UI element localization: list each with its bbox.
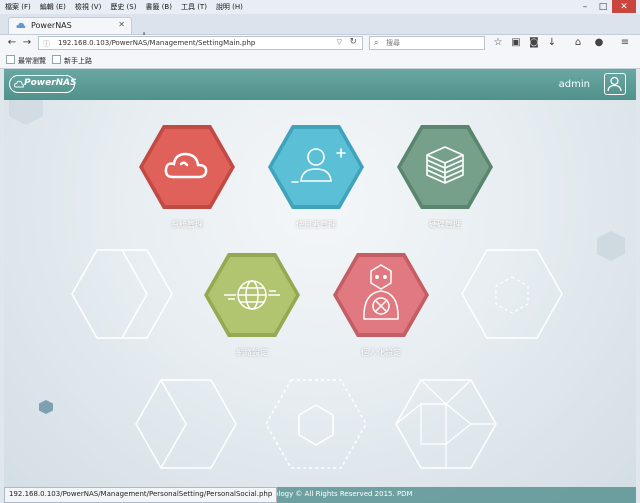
search-box[interactable]: ⌕ — [369, 36, 485, 50]
minimize-icon[interactable]: – — [576, 0, 594, 13]
tab-bar: PowerNAS ✕ + — [0, 14, 640, 43]
navigation-bar: ← → ⓘ 192.168.0.103/PowerNAS/Management/… — [0, 35, 640, 52]
decor-hexagon-dashed — [461, 249, 563, 339]
reading-list-icon[interactable]: ▣ — [509, 37, 523, 49]
maximize-icon[interactable]: □ — [594, 0, 612, 13]
menu-view[interactable]: 檢視 (V) — [70, 0, 105, 13]
back-icon[interactable]: ← — [6, 37, 18, 49]
menu-edit[interactable]: 編輯 (E) — [35, 0, 70, 13]
bookmark-icon — [6, 55, 15, 64]
chat-icon[interactable]: ● — [592, 37, 606, 49]
tile-user-management[interactable]: 使用者管理 — [266, 119, 366, 229]
bookmark-label: 新手上路 — [64, 57, 92, 65]
powernas-logo[interactable]: PowerNAS — [9, 75, 77, 93]
copyright-text: Technology © All Rights Reserved 2015. P… — [254, 490, 413, 498]
tile-label: 系統管理 — [171, 220, 203, 229]
tile-label: 使用者管理 — [296, 220, 336, 229]
tile-system-management[interactable]: 系統管理 — [137, 119, 237, 229]
bookmark-icon — [52, 55, 61, 64]
decor-hexagon-cube — [135, 379, 237, 469]
address-bar[interactable]: ⓘ 192.168.0.103/PowerNAS/Management/Sett… — [38, 36, 363, 50]
search-icon: ⌕ — [374, 38, 379, 47]
menu-help[interactable]: 說明 (H) — [211, 0, 247, 13]
menu-history[interactable]: 歷史 (S) — [105, 0, 140, 13]
status-bar-url: 192.168.0.103/PowerNAS/Management/Person… — [4, 487, 278, 503]
logo-cloud-icon — [14, 80, 24, 88]
tab-close-icon[interactable]: ✕ — [118, 20, 125, 29]
page-content: PowerNAS admin 系統管理 使用者管理 硬碟管理 網路設定 個人化設… — [4, 69, 636, 503]
decor-hexagon-dashed — [265, 379, 367, 469]
tile-disk-management[interactable]: 硬碟管理 — [395, 119, 495, 229]
forward-icon[interactable]: → — [21, 37, 33, 49]
tile-network-settings[interactable]: 網路設定 — [202, 247, 302, 357]
address-url: 192.168.0.103/PowerNAS/Management/Settin… — [58, 39, 256, 47]
reload-icon[interactable]: ↻ — [349, 37, 357, 47]
decor-cube-icon — [39, 400, 53, 414]
tile-label: 個人化設定 — [361, 348, 401, 357]
url-dropdown-icon[interactable]: ▽ — [337, 38, 342, 46]
tile-label: 網路設定 — [236, 348, 268, 357]
decor-hexagon-box — [395, 379, 497, 469]
menu-bookmarks[interactable]: 書籤 (B) — [140, 0, 176, 13]
avatar[interactable] — [604, 73, 626, 95]
user-avatar-icon — [607, 76, 622, 92]
search-input[interactable] — [386, 38, 478, 48]
menu-bar: 檔案 (F) 編輯 (E) 檢視 (V) 歷史 (S) 書籤 (B) 工具 (T… — [0, 0, 640, 14]
bookmark-getting-started[interactable]: 新手上路 — [52, 55, 92, 66]
menu-file[interactable]: 檔案 (F) — [0, 0, 35, 13]
cloud-favicon-icon — [16, 22, 26, 28]
menu-tools[interactable]: 工具 (T) — [176, 0, 211, 13]
logo-text: PowerNAS — [24, 78, 77, 88]
site-info-icon[interactable]: ⓘ — [43, 39, 50, 49]
hamburger-menu-icon[interactable]: ≡ — [618, 37, 632, 49]
tile-label: 硬碟管理 — [429, 220, 461, 229]
tile-personalization[interactable]: 個人化設定 — [331, 247, 431, 357]
bookmark-label: 最常瀏覽 — [18, 57, 46, 65]
bookmark-star-icon[interactable]: ☆ — [491, 37, 505, 49]
close-window-icon[interactable]: ✕ — [612, 0, 636, 13]
download-icon[interactable]: ↓ — [545, 37, 559, 49]
decor-hexagon-cube — [71, 249, 173, 339]
pocket-icon[interactable]: ◙ — [527, 37, 541, 49]
tab-title: PowerNAS — [31, 21, 72, 30]
app-header: PowerNAS admin — [4, 69, 636, 100]
bookmarks-toolbar: 最常瀏覽 新手上路 — [0, 52, 640, 69]
home-icon[interactable]: ⌂ — [571, 37, 585, 49]
decor-cube-icon — [597, 231, 625, 261]
username[interactable]: admin — [559, 79, 590, 90]
tab-powernas[interactable]: PowerNAS ✕ — [8, 17, 132, 34]
window-controls: – □ ✕ — [576, 0, 636, 14]
bookmark-most-visited[interactable]: 最常瀏覽 — [6, 55, 46, 66]
